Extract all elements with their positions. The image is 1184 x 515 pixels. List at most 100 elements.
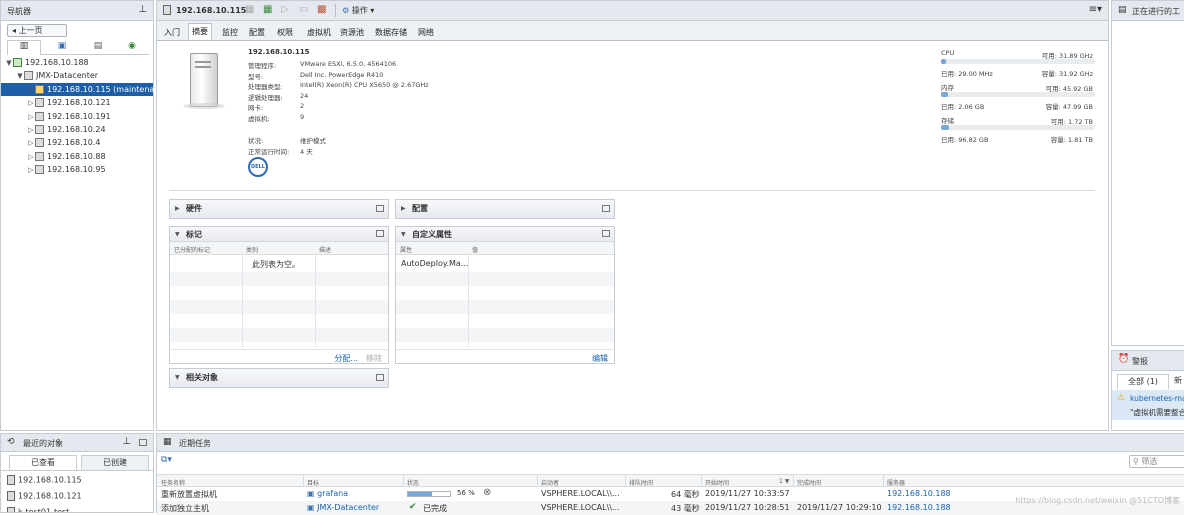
tree-node[interactable]: ▷ 192.168.10.88 xyxy=(1,150,153,163)
add-host-icon[interactable]: ▦ xyxy=(245,4,254,15)
expand-caret-icon[interactable]: ▼ xyxy=(16,70,24,83)
list-menu-icon[interactable]: ≡▾ xyxy=(1089,4,1102,15)
hardware-portlet[interactable]: ▶ 硬件 xyxy=(169,199,389,219)
resource-capacity: 容量: 47.99 GB xyxy=(1045,103,1093,111)
filter-input[interactable]: ⚲ 筛选 xyxy=(1129,455,1184,468)
host-icon xyxy=(7,507,15,512)
new-vm-icon[interactable]: ▦ xyxy=(263,4,272,15)
task-menu-icon[interactable]: ⧉▾ xyxy=(161,455,172,465)
alarm-item-link[interactable]: kubernetes-ma xyxy=(1130,394,1184,403)
maximize-icon[interactable] xyxy=(376,374,384,381)
tasks-grid-header: 任务名称 目标 状态 启动者 排队时间 开始时间 完成时间 服务器 1 ▼ xyxy=(157,474,1184,487)
tree-node[interactable]: ▷ 192.168.10.121 xyxy=(1,96,153,109)
collapse-caret-icon[interactable]: ▷ xyxy=(27,111,35,124)
col-description[interactable]: 描述 xyxy=(319,245,331,254)
tab-7[interactable]: 数据存储 xyxy=(372,25,410,40)
networking-tab[interactable]: ◉ xyxy=(117,41,147,55)
tab-3[interactable]: 配置 xyxy=(246,25,268,40)
collapse-caret-icon[interactable]: ▷ xyxy=(27,151,35,164)
related-objects-portlet[interactable]: ▼ 相关对象 xyxy=(169,368,389,388)
tree-node[interactable]: ▷ 192.168.10.4 xyxy=(1,136,153,149)
attribute-row[interactable]: AutoDeploy.Ma... xyxy=(401,259,468,268)
assign-tag-link[interactable]: 分配... xyxy=(334,353,358,364)
delete-icon[interactable]: ▩ xyxy=(317,4,326,15)
cancel-task-icon[interactable]: ⊗ xyxy=(483,487,491,498)
edit-attributes-link[interactable]: 编辑 xyxy=(592,353,608,364)
collapse-caret-icon[interactable]: ▷ xyxy=(27,164,35,177)
hosts-clusters-tab[interactable]: ▥ xyxy=(7,40,41,55)
created-tab[interactable]: 已创建 xyxy=(81,455,149,470)
task-col-header[interactable]: 目标 xyxy=(307,478,319,487)
alarm-item[interactable]: ⚠ kubernetes-ma "虚拟机需要整合 xyxy=(1112,390,1184,420)
task-server-link[interactable]: 192.168.10.188 xyxy=(887,489,951,498)
task-col-header[interactable]: 状态 xyxy=(407,478,419,487)
tree-node-label: 192.168.10.95 xyxy=(47,165,106,175)
expand-triangle-icon[interactable]: ▶ xyxy=(401,200,406,218)
col-attribute[interactable]: 属性 xyxy=(400,245,412,254)
task-server-link[interactable]: 192.168.10.188 xyxy=(887,503,951,512)
config-portlet[interactable]: ▶ 配置 xyxy=(395,199,615,219)
remove-tag-link[interactable]: 移除 xyxy=(366,353,382,364)
viewed-tab[interactable]: 已查看 xyxy=(9,455,77,470)
pin-icon[interactable]: ⊥ xyxy=(138,4,147,15)
task-col-header[interactable]: 排队时间 xyxy=(629,478,653,487)
col-value[interactable]: 值 xyxy=(472,245,478,254)
task-status: 56 % xyxy=(457,489,475,497)
expand-triangle-icon[interactable]: ▶ xyxy=(175,200,180,218)
collapse-caret-icon[interactable]: ▷ xyxy=(27,124,35,137)
tab-8[interactable]: 网络 xyxy=(415,25,437,40)
task-target-link[interactable]: ▣ grafana xyxy=(307,489,348,498)
recent-object-item[interactable]: k-test01-test xyxy=(7,507,69,512)
sort-indicator[interactable]: 1 ▼ xyxy=(779,478,789,485)
pin-icon[interactable]: ⊥ xyxy=(122,436,131,447)
task-col-header[interactable]: 完成时间 xyxy=(797,478,821,487)
collapse-caret-icon[interactable]: ▷ xyxy=(27,137,35,150)
task-col-header[interactable]: 服务器 xyxy=(887,478,905,487)
task-target-link[interactable]: ▣ JMX-Datacenter xyxy=(307,503,379,512)
navigator-title: 导航器 xyxy=(7,7,31,16)
collapse-triangle-icon[interactable]: ▼ xyxy=(175,369,180,387)
actions-menu[interactable]: ⚙ 操作 ▾ xyxy=(342,5,374,16)
task-col-header[interactable]: 任务名称 xyxy=(161,478,185,487)
tab-1[interactable]: 摘要 xyxy=(188,23,212,40)
storage-tab[interactable]: ▤ xyxy=(83,41,113,55)
col-divider xyxy=(625,475,626,487)
tree-node[interactable]: ▷ 192.168.10.115 (maintena... xyxy=(1,82,162,97)
col-assigned-tag[interactable]: 已分配的标记 xyxy=(174,245,210,254)
maximize-icon[interactable] xyxy=(376,205,384,212)
task-col-header[interactable]: 启动者 xyxy=(541,478,559,487)
alarms-tab-new[interactable]: 新 xyxy=(1174,375,1182,386)
recent-object-item[interactable]: 192.168.10.121 xyxy=(7,491,82,501)
maximize-icon[interactable] xyxy=(602,205,610,212)
expand-caret-icon[interactable]: ▼ xyxy=(5,57,13,70)
col-category[interactable]: 类别 xyxy=(246,245,258,254)
tree-node[interactable]: ▼ JMX-Datacenter xyxy=(1,69,153,82)
collapse-triangle-icon[interactable]: ▼ xyxy=(175,227,180,242)
maximize-icon[interactable] xyxy=(139,439,147,446)
back-button[interactable]: ◂ 上一页 xyxy=(7,24,67,37)
collapse-triangle-icon[interactable]: ▼ xyxy=(401,227,406,242)
maximize-icon[interactable] xyxy=(602,230,610,237)
power-icon[interactable]: ▷ xyxy=(281,4,289,15)
tree-node[interactable]: ▷ 192.168.10.24 xyxy=(1,123,153,136)
vms-templates-tab[interactable]: ▣ xyxy=(47,41,77,55)
collapse-caret-icon[interactable]: ▷ xyxy=(27,97,35,110)
migrate-icon[interactable]: ▭ xyxy=(299,4,308,15)
tab-5[interactable]: 虚拟机 xyxy=(304,25,334,40)
task-name: 添加独立主机 xyxy=(161,504,209,513)
tree-node[interactable]: ▷ 192.168.10.191 xyxy=(1,110,153,123)
resource-used: 已用: 2.06 GB xyxy=(941,103,985,111)
tree-node-label: 192.168.10.88 xyxy=(47,151,106,161)
alarms-tab-all-label: 全部 (1) xyxy=(1128,377,1158,386)
alarms-tab-all[interactable]: 全部 (1) xyxy=(1117,374,1169,389)
task-col-header[interactable]: 开始时间 xyxy=(705,478,729,487)
maximize-icon[interactable] xyxy=(376,230,384,237)
collapse-caret-icon[interactable]: ▷ xyxy=(27,84,35,97)
tab-4[interactable]: 权限 xyxy=(274,25,296,40)
tree-node[interactable]: ▷ 192.168.10.95 xyxy=(1,163,153,176)
tree-node[interactable]: ▼ 192.168.10.188 xyxy=(1,56,153,69)
tab-0[interactable]: 入门 xyxy=(161,25,183,40)
tab-2[interactable]: 监控 xyxy=(219,25,241,40)
tab-6[interactable]: 资源池 xyxy=(337,25,367,40)
recent-object-item[interactable]: 192.168.10.115 xyxy=(7,475,82,485)
